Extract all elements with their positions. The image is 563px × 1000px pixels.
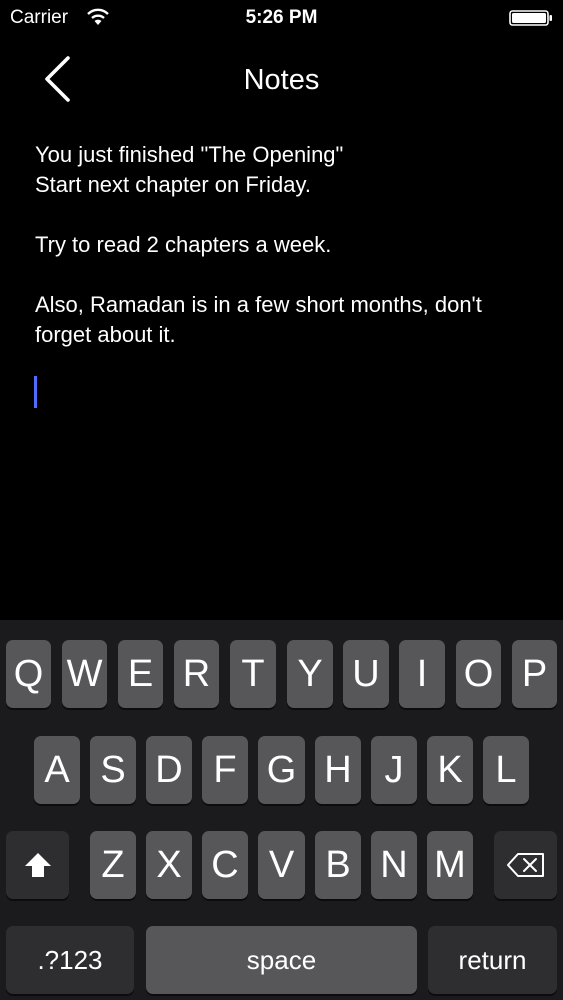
key-t[interactable]: T xyxy=(230,640,276,708)
key-e[interactable]: E xyxy=(118,640,163,708)
key-a[interactable]: A xyxy=(34,736,80,804)
battery-icon xyxy=(509,10,552,26)
numbers-key[interactable]: .?123 xyxy=(6,926,134,994)
shift-arrow-icon xyxy=(24,853,51,877)
key-o[interactable]: O xyxy=(456,640,501,708)
key-r[interactable]: R xyxy=(174,640,219,708)
delete-key[interactable] xyxy=(494,831,557,899)
key-h[interactable]: H xyxy=(315,736,361,804)
keyboard: Q W E R T Y U I O P A S D F G H J K L Z … xyxy=(0,620,563,1000)
key-i[interactable]: I xyxy=(399,640,445,708)
space-key[interactable]: space xyxy=(146,926,417,994)
key-l[interactable]: L xyxy=(483,736,529,804)
key-d[interactable]: D xyxy=(146,736,192,804)
key-p[interactable]: P xyxy=(512,640,557,708)
navigation-bar: Notes xyxy=(0,40,563,120)
key-n[interactable]: N xyxy=(371,831,417,899)
key-q[interactable]: Q xyxy=(6,640,51,708)
key-j[interactable]: J xyxy=(371,736,417,804)
page-title: Notes xyxy=(243,64,320,96)
note-text-area[interactable]: You just finished "The Opening" Start ne… xyxy=(35,140,535,350)
key-k[interactable]: K xyxy=(427,736,473,804)
shift-key[interactable] xyxy=(6,831,69,899)
status-bar: Carrier 5:26 PM xyxy=(0,0,563,36)
key-g[interactable]: G xyxy=(258,736,305,804)
key-m[interactable]: M xyxy=(427,831,473,899)
return-key[interactable]: return xyxy=(428,926,557,994)
note-line: You just finished "The Opening" xyxy=(35,142,344,167)
key-b[interactable]: B xyxy=(315,831,361,899)
key-x[interactable]: X xyxy=(146,831,192,899)
key-w[interactable]: W xyxy=(62,640,107,708)
key-f[interactable]: F xyxy=(202,736,248,804)
key-c[interactable]: C xyxy=(202,831,248,899)
text-cursor xyxy=(34,376,37,408)
note-line: Try to read 2 chapters a week. xyxy=(35,232,332,257)
key-s[interactable]: S xyxy=(90,736,136,804)
note-line: Start next chapter on Friday. xyxy=(35,172,311,197)
key-y[interactable]: Y xyxy=(287,640,333,708)
note-line: Also, Ramadan is in a few short months, … xyxy=(35,292,482,317)
backspace-icon xyxy=(506,853,544,877)
key-z[interactable]: Z xyxy=(90,831,136,899)
clock: 5:26 PM xyxy=(245,7,318,28)
note-line: forget about it. xyxy=(35,322,176,347)
key-v[interactable]: V xyxy=(258,831,305,899)
key-u[interactable]: U xyxy=(343,640,389,708)
